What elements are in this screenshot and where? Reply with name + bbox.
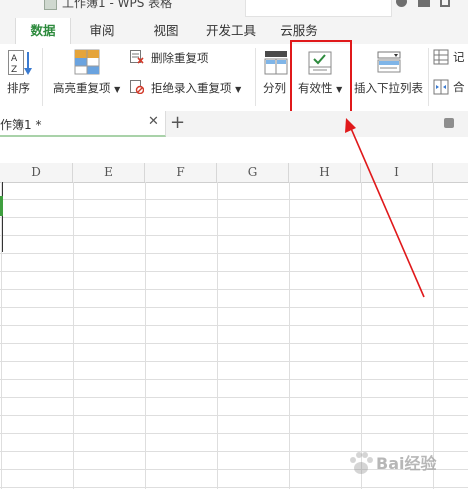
- column-header[interactable]: E: [73, 163, 145, 182]
- selection-edge: [0, 182, 3, 252]
- active-row-indicator: [0, 196, 3, 216]
- document-tab-label: 作簿1 *: [0, 118, 42, 132]
- skin-icon[interactable]: [418, 0, 430, 7]
- sort-az-icon[interactable]: A Z: [8, 50, 32, 76]
- add-tab-icon[interactable]: +: [170, 111, 185, 135]
- window-title: 工作簿1 - WPS 表格: [62, 0, 173, 10]
- split-button[interactable]: 分列: [263, 80, 286, 96]
- column-header[interactable]: D: [0, 163, 73, 182]
- record-button[interactable]: 记: [453, 49, 465, 65]
- merge-icon[interactable]: [433, 79, 449, 95]
- tab-review[interactable]: 审阅: [82, 18, 122, 44]
- record-icon[interactable]: [433, 49, 449, 65]
- tab-data[interactable]: 数据: [15, 18, 71, 44]
- reject-duplicates-button[interactable]: 拒绝录入重复项 ▼: [151, 80, 241, 96]
- watermark-text: Bai经验: [376, 454, 437, 473]
- dropdown-list-icon[interactable]: [377, 51, 401, 73]
- close-icon[interactable]: ✕: [148, 114, 159, 129]
- tab-menu-icon[interactable]: [444, 118, 454, 128]
- delete-duplicates-icon[interactable]: [130, 50, 144, 64]
- insert-dropdown-list-button[interactable]: 插入下拉列表: [354, 80, 423, 96]
- column-header[interactable]: H: [289, 163, 361, 182]
- ribbon-divider: [42, 48, 43, 106]
- tab-view[interactable]: 视图: [148, 18, 184, 44]
- dropdown-caret-icon: ▼: [114, 85, 121, 94]
- document-icon: [44, 0, 57, 10]
- annotation-highlight-box: [290, 40, 352, 114]
- tab-developer-tools[interactable]: 开发工具: [202, 18, 260, 44]
- reject-duplicates-label: 拒绝录入重复项: [151, 81, 232, 95]
- highlight-duplicates-icon[interactable]: [74, 49, 100, 75]
- svg-text:A: A: [11, 54, 18, 64]
- merge-button[interactable]: 合: [453, 79, 465, 95]
- delete-duplicates-button[interactable]: 删除重复项: [151, 50, 209, 66]
- formula-bar[interactable]: [0, 137, 468, 164]
- restore-icon[interactable]: [440, 0, 450, 7]
- baidu-paw-logo: [350, 452, 373, 474]
- column-header[interactable]: [433, 163, 468, 182]
- highlight-duplicates-button[interactable]: 高亮重复项 ▼: [53, 80, 120, 96]
- column-header[interactable]: F: [145, 163, 217, 182]
- highlight-duplicates-label: 高亮重复项: [53, 81, 111, 95]
- title-search-box[interactable]: [245, 0, 392, 17]
- spreadsheet-grid[interactable]: [0, 182, 468, 489]
- ribbon-divider: [255, 48, 256, 106]
- dropdown-caret-icon: ▼: [235, 85, 242, 94]
- split-columns-icon[interactable]: [264, 50, 288, 75]
- column-header[interactable]: I: [361, 163, 433, 182]
- reject-duplicates-icon[interactable]: [130, 80, 144, 94]
- column-header[interactable]: G: [217, 163, 289, 182]
- svg-text:Z: Z: [11, 65, 17, 75]
- sort-button-label[interactable]: 排序: [7, 80, 30, 96]
- ribbon-divider: [428, 48, 429, 106]
